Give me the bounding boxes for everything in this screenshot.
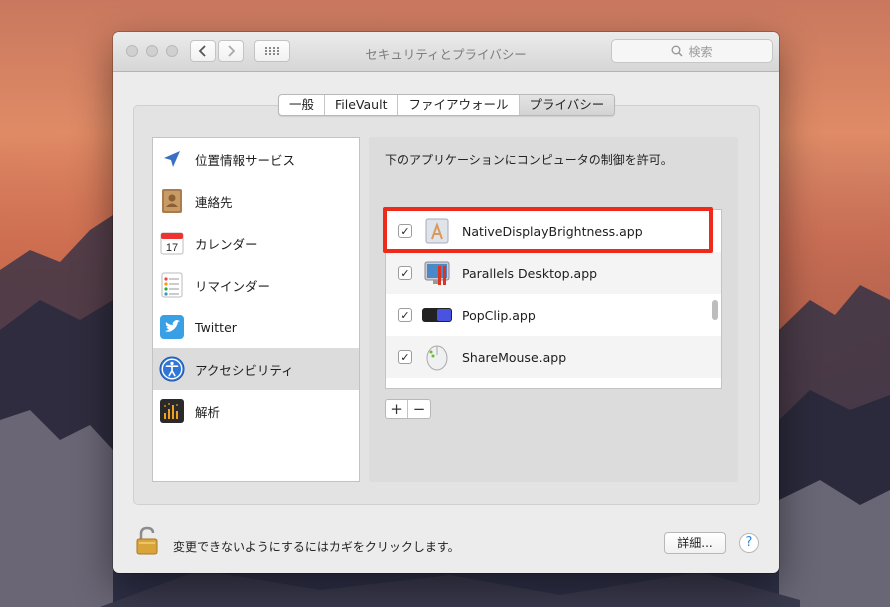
privacy-category-list: 位置情報サービス 連絡先 17 カレンダー リマインダー Twitter アクセ…	[152, 137, 360, 482]
parallels-icon	[422, 258, 452, 288]
search-icon	[671, 45, 684, 57]
lock-instruction-text: 変更できないようにするにはカギをクリックします。	[173, 540, 460, 554]
calendar-date-text: 17	[166, 242, 178, 254]
sidebar-item-label: 解析	[195, 404, 221, 420]
help-button[interactable]: ?	[739, 533, 759, 553]
preferences-window: セキュリティとプライバシー 検索 一般 FileVault ファイアウォール プ…	[113, 32, 779, 573]
tab-privacy[interactable]: プライバシー	[519, 95, 615, 115]
list-scrollbar-thumb[interactable]	[712, 300, 718, 320]
list-item-popclip[interactable]: ✓ PopClip.app	[386, 294, 721, 336]
tab-general[interactable]: 一般	[279, 95, 326, 115]
analytics-icon	[159, 398, 185, 424]
location-arrow-icon	[159, 146, 185, 172]
sidebar-item-location-services[interactable]: 位置情報サービス	[153, 138, 359, 180]
app-checkbox[interactable]: ✓	[398, 350, 412, 364]
add-app-button[interactable]: +	[386, 400, 408, 418]
sidebar-item-contacts[interactable]: 連絡先	[153, 180, 359, 222]
sidebar-item-analytics[interactable]: 解析	[153, 390, 359, 432]
sidebar-item-label: 連絡先	[195, 194, 233, 210]
accessibility-settings-panel: 下のアプリケーションにコンピュータの制御を許可。 ✓ NativeDisplay…	[369, 137, 738, 482]
search-field[interactable]: 検索	[611, 39, 773, 63]
app-name: PopClip.app	[462, 307, 536, 323]
popclip-icon	[422, 300, 452, 330]
allow-control-prompt: 下のアプリケーションにコンピュータの制御を許可。	[385, 153, 673, 167]
sidebar-item-label: リマインダー	[195, 278, 271, 294]
sidebar-item-twitter[interactable]: Twitter	[153, 306, 359, 348]
lock-icon[interactable]	[135, 526, 161, 556]
tab-bar: 一般 FileVault ファイアウォール プライバシー	[278, 94, 616, 116]
sidebar-item-label: Twitter	[195, 319, 237, 335]
remove-app-button[interactable]: −	[408, 400, 430, 418]
sidebar-item-calendar[interactable]: 17 カレンダー	[153, 222, 359, 264]
twitter-icon	[159, 314, 185, 340]
app-name: Parallels Desktop.app	[462, 265, 598, 281]
contacts-icon	[159, 188, 185, 214]
title-bar: セキュリティとプライバシー 検索	[113, 32, 779, 72]
list-item-sharemouse[interactable]: ✓ ShareMouse.app	[386, 336, 721, 378]
search-placeholder: 検索	[688, 44, 713, 59]
add-remove-control: + −	[385, 399, 431, 419]
reminders-icon	[159, 272, 185, 298]
app-name: ShareMouse.app	[462, 349, 567, 365]
mouse-icon	[422, 342, 452, 372]
advanced-button[interactable]: 詳細...	[664, 532, 726, 554]
tab-firewall[interactable]: ファイアウォール	[398, 95, 520, 115]
list-item-parallels-desktop[interactable]: ✓ Parallels Desktop.app	[386, 252, 721, 294]
calendar-icon: 17	[159, 230, 185, 256]
sidebar-item-accessibility[interactable]: アクセシビリティ	[153, 348, 359, 390]
highlight-annotation-box	[383, 207, 713, 253]
sidebar-item-reminders[interactable]: リマインダー	[153, 264, 359, 306]
sidebar-item-label: カレンダー	[195, 236, 258, 252]
sidebar-item-label: アクセシビリティ	[195, 362, 294, 378]
app-checkbox[interactable]: ✓	[398, 308, 412, 322]
accessibility-icon	[159, 356, 185, 382]
tab-filevault[interactable]: FileVault	[325, 95, 399, 115]
sidebar-item-label: 位置情報サービス	[195, 152, 296, 168]
app-checkbox[interactable]: ✓	[398, 266, 412, 280]
